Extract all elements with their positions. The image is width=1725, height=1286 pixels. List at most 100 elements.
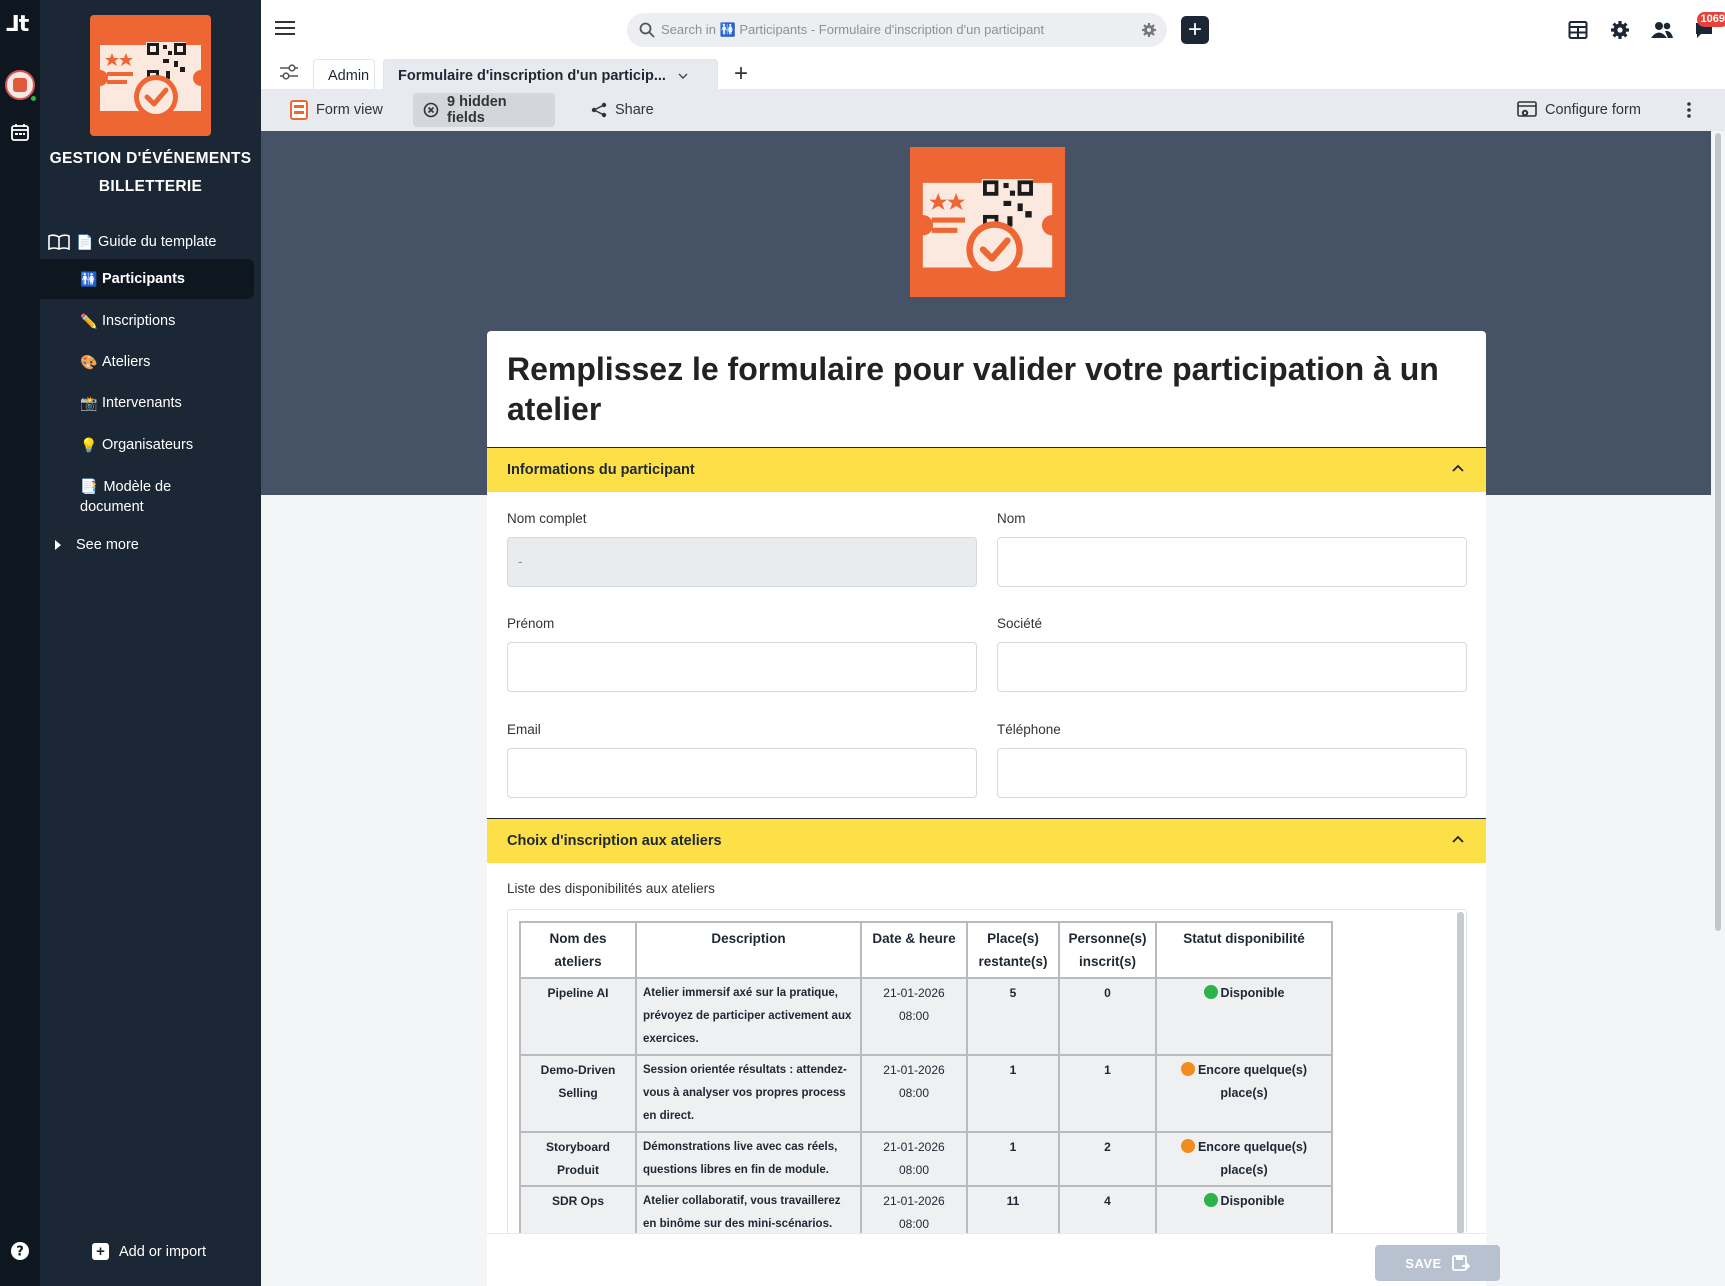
notifications-count-badge: 1069 <box>1696 12 1725 27</box>
sidebar-item-ateliers[interactable]: 🎨 Ateliers <box>40 342 254 382</box>
telephone-field[interactable] <box>997 748 1467 798</box>
search-bar[interactable]: Search in 🚻 Participants - Formulaire d'… <box>627 13 1167 47</box>
sidebar-item-guide[interactable]: 📄 Guide du template <box>48 222 262 262</box>
save-button[interactable]: SAVE <box>1375 1245 1500 1281</box>
people-enrolled: 2 <box>1058 1131 1157 1187</box>
workshop-name: Pipeline AI <box>519 977 637 1056</box>
status-label: Disponible <box>1220 986 1285 1000</box>
column-header: Date & heure <box>860 921 968 979</box>
page-emoji-icon: 🚻 <box>80 270 98 287</box>
people-enrolled: 4 <box>1058 1185 1157 1238</box>
notifications-chat-icon[interactable]: 1069 <box>1683 12 1725 46</box>
more-options-kebab-icon[interactable] <box>1677 93 1709 127</box>
workshop-name: SDR Ops <box>519 1185 637 1238</box>
people-enrolled: 0 <box>1058 977 1157 1056</box>
sidebar-item-intervenants[interactable]: 📸 Intervenants <box>40 383 254 423</box>
chevron-up-icon[interactable] <box>1452 464 1464 472</box>
field-label-email: Email <box>507 722 541 737</box>
top-bar: Search in 🚻 Participants - Formulaire d'… <box>261 0 1725 60</box>
sidebar-item-label: Organisateurs <box>102 437 194 453</box>
settings-gear-icon[interactable] <box>1599 14 1641 46</box>
sidebar-item-modele-document[interactable]: 📑 Modèle de document <box>40 476 200 526</box>
save-label: SAVE <box>1405 1255 1442 1271</box>
field-label-societe: Société <box>997 616 1043 631</box>
workshop-date: 21-01-2026 08:00 <box>860 1185 968 1238</box>
sidebar-item-participants[interactable]: 🚻 Participants <box>40 259 254 299</box>
prenom-field[interactable] <box>507 642 977 692</box>
sidebar-item-organisateurs[interactable]: 💡 Organisateurs <box>40 425 254 465</box>
section-title: Choix d'inscription aux ateliers <box>507 833 722 849</box>
page-scrollbar[interactable] <box>1711 131 1725 1286</box>
status-dot-icon <box>1180 1139 1195 1153</box>
workshop-date: 21-01-2026 08:00 <box>860 1054 968 1133</box>
status-label: Encore quelque(s) place(s) <box>1197 1063 1308 1100</box>
form-canvas: Remplissez le formulaire pour valider vo… <box>261 131 1711 1286</box>
sidebar-item-inscriptions[interactable]: ✏️ Inscriptions <box>40 301 254 341</box>
table-grid-icon[interactable] <box>1557 14 1599 46</box>
table-row: Storyboard Produit Démonstrations live a… <box>519 1131 1333 1187</box>
workspace-title: GESTION D'ÉVÉNEMENTS BILLETTERIE <box>40 145 261 201</box>
form-view-icon <box>290 100 316 120</box>
workshops-list-label: Liste des disponibilités aux ateliers <box>507 881 715 896</box>
app-logo[interactable]: ᒧt <box>6 12 29 37</box>
table-scrollbar[interactable] <box>1457 912 1464 1234</box>
table-header-row: Nom des ateliers Description Date & heur… <box>519 921 1333 979</box>
hidden-fields-label: 9 hidden fields <box>447 94 507 126</box>
page-emoji-icon: 📄 <box>76 233 94 250</box>
chevron-down-icon[interactable] <box>678 73 688 79</box>
add-or-import-label: Add or import <box>119 1243 207 1260</box>
add-view-plus-icon[interactable]: + <box>734 59 748 89</box>
tab-formulaire-inscription[interactable]: Formulaire d'inscription d'un particip..… <box>383 59 718 91</box>
save-icon <box>1451 1255 1470 1271</box>
workshop-date: 21-01-2026 08:00 <box>860 1131 968 1187</box>
view-tabs-row: Admin Formulaire d'inscription d'un part… <box>261 57 1725 91</box>
hamburger-menu-icon[interactable] <box>275 20 295 36</box>
availability-status: Disponible <box>1155 1185 1333 1238</box>
search-settings-gear-icon[interactable] <box>1141 22 1157 38</box>
add-or-import-button[interactable]: + Add or import <box>92 1243 206 1260</box>
workshops-table: Nom des ateliers Description Date & heur… <box>519 921 1333 1238</box>
search-icon <box>639 22 655 38</box>
section-informations-participant[interactable]: Informations du participant <box>487 447 1486 492</box>
email-field[interactable] <box>507 748 977 798</box>
app-rail: ᒧt ? <box>0 0 40 1286</box>
filter-sliders-icon[interactable] <box>279 63 299 81</box>
field-label-telephone: Téléphone <box>997 722 1061 737</box>
status-dot-icon <box>1203 985 1218 999</box>
search-placeholder: Search in 🚻 Participants - Formulaire d'… <box>661 22 1045 37</box>
members-icon[interactable] <box>1641 14 1683 46</box>
column-header: Description <box>635 921 862 979</box>
svg-text:?: ? <box>16 1245 24 1260</box>
caret-right-icon <box>54 540 62 550</box>
section-choix-ateliers[interactable]: Choix d'inscription aux ateliers <box>487 818 1486 863</box>
field-label-nom: Nom <box>997 511 1026 526</box>
form-view-button[interactable]: Form view <box>280 93 393 127</box>
places-remaining: 1 <box>966 1131 1060 1187</box>
help-icon[interactable]: ? <box>10 1241 30 1261</box>
configure-form-icon <box>1517 101 1545 119</box>
view-toolbar: Form view 9 hidden fields Share Configur… <box>261 89 1725 131</box>
create-new-button[interactable]: + <box>1181 16 1209 44</box>
workshop-name: Storyboard Produit <box>519 1131 637 1187</box>
workshops-availability-panel[interactable]: Nom des ateliers Description Date & heur… <box>507 909 1467 1239</box>
nom-complet-field: - <box>507 537 977 587</box>
configure-form-button[interactable]: Configure form <box>1507 93 1651 127</box>
share-button[interactable]: Share <box>581 93 664 127</box>
page-emoji-icon: 📑 <box>80 478 98 494</box>
nom-field[interactable] <box>997 537 1467 587</box>
workshop-description: Atelier immersif axé sur la pratique, pr… <box>635 977 862 1056</box>
status-dot-icon <box>1203 1193 1218 1207</box>
page-emoji-icon: 📸 <box>80 394 98 411</box>
hidden-fields-button[interactable]: 9 hidden fields <box>413 93 555 127</box>
availability-status: Encore quelque(s) place(s) <box>1155 1054 1333 1133</box>
chevron-up-icon[interactable] <box>1452 835 1464 843</box>
societe-field[interactable] <box>997 642 1467 692</box>
calendar-icon[interactable] <box>10 122 30 142</box>
tab-admin[interactable]: Admin <box>313 59 375 91</box>
see-more-toggle[interactable]: See more <box>40 525 254 565</box>
column-header: Nom des ateliers <box>519 921 637 979</box>
page-emoji-icon: 💡 <box>80 436 98 453</box>
status-label: Disponible <box>1220 1194 1285 1208</box>
workspace-title-line1: GESTION D'ÉVÉNEMENTS <box>49 150 252 167</box>
table-row: Pipeline AI Atelier immersif axé sur la … <box>519 977 1333 1056</box>
